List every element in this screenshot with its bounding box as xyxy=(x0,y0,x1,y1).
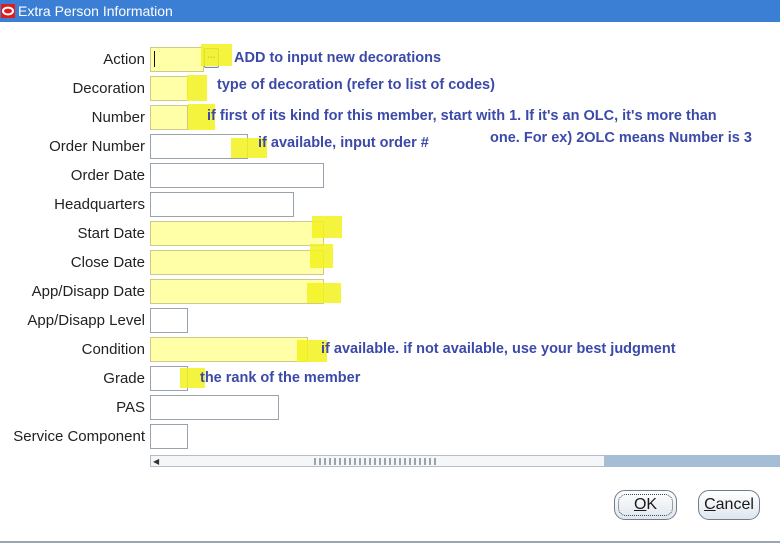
scrollbar-track[interactable]: ◀ xyxy=(150,455,605,467)
label-grade: Grade xyxy=(103,370,145,387)
label-start-date: Start Date xyxy=(77,225,145,242)
ok-button-label: K xyxy=(646,496,658,513)
number-field[interactable] xyxy=(150,105,188,130)
oracle-logo-icon xyxy=(1,4,15,18)
cancel-button-mnemonic: C xyxy=(704,496,716,513)
window-bottom-border xyxy=(0,541,780,543)
label-service-component: Service Component xyxy=(13,428,145,445)
annotation-condition: if available. if not available, use your… xyxy=(321,341,676,357)
label-pas: PAS xyxy=(116,399,145,416)
horizontal-scrollbar[interactable]: ◀ xyxy=(150,455,780,467)
cancel-button[interactable]: Cancel xyxy=(698,490,760,520)
highlight-mark-app-disapp-date xyxy=(307,283,341,303)
close-date-field[interactable] xyxy=(150,250,324,275)
title-bar: Extra Person Information xyxy=(0,0,780,22)
label-app-disapp-level: App/Disapp Level xyxy=(27,312,145,329)
action-field[interactable] xyxy=(150,47,204,72)
label-order-date: Order Date xyxy=(70,167,145,184)
app-disapp-date-field[interactable] xyxy=(150,279,324,304)
label-close-date: Close Date xyxy=(70,254,145,271)
annotation-number-line1: if first of its kind for this member, st… xyxy=(207,108,717,124)
cancel-button-label: ancel xyxy=(715,496,754,513)
text-cursor xyxy=(154,51,155,67)
highlight-mark-action xyxy=(201,44,232,66)
annotation-decoration: type of decoration (refer to list of cod… xyxy=(217,77,495,93)
scrollbar-remainder xyxy=(605,455,780,467)
label-condition: Condition xyxy=(81,341,145,358)
headquarters-field[interactable] xyxy=(150,192,294,217)
window-title: Extra Person Information xyxy=(18,3,173,19)
order-date-field[interactable] xyxy=(150,163,324,188)
annotation-grade: the rank of the member xyxy=(200,370,361,386)
scroll-left-arrow-icon[interactable]: ◀ xyxy=(153,457,159,466)
ok-button[interactable]: OK xyxy=(614,490,677,520)
start-date-field[interactable] xyxy=(150,221,324,246)
annotation-order-number: if available, input order # xyxy=(258,135,429,151)
condition-field[interactable] xyxy=(150,337,308,362)
annotation-action: ADD to input new decorations xyxy=(234,50,442,66)
label-number: Number xyxy=(91,109,145,126)
ok-button-mnemonic: O xyxy=(633,496,647,513)
service-component-field[interactable] xyxy=(150,424,188,449)
highlight-mark-decoration xyxy=(187,75,207,101)
label-decoration: Decoration xyxy=(72,80,145,97)
app-disapp-level-field[interactable] xyxy=(150,308,188,333)
annotation-number-line2: one. For ex) 2OLC means Number is 3 xyxy=(490,130,752,146)
scrollbar-grip[interactable] xyxy=(314,458,439,465)
label-app-disapp-date: App/Disapp Date xyxy=(31,283,145,300)
pas-field[interactable] xyxy=(150,395,279,420)
decoration-field[interactable] xyxy=(150,76,188,101)
highlight-mark-close-date xyxy=(310,244,333,268)
label-action: Action xyxy=(103,51,145,68)
highlight-mark-start-date xyxy=(312,216,342,238)
label-headquarters: Headquarters xyxy=(54,196,145,213)
label-order-number: Order Number xyxy=(49,138,145,155)
